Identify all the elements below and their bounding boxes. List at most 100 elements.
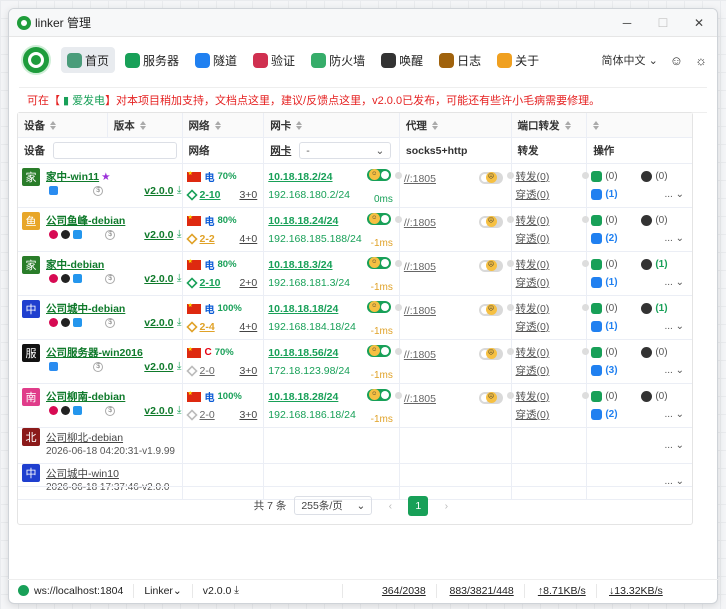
maximize-button[interactable]: ☐ — [645, 9, 681, 37]
version-link[interactable]: v2.0.0 — [144, 185, 173, 197]
penetrate-link[interactable]: 穿透(0) — [516, 363, 550, 378]
proxy-link[interactable]: //:1805 — [404, 261, 436, 273]
wakeup-icon[interactable] — [641, 259, 653, 270]
forward-link[interactable]: 转发(0) — [516, 169, 550, 184]
theme-icon[interactable]: ☺ — [670, 53, 683, 68]
sort-icon[interactable] — [564, 120, 572, 130]
more-menu[interactable]: ... ⌄ — [664, 233, 684, 244]
penetrate-link[interactable]: 穿透(0) — [516, 187, 550, 202]
proxy-link[interactable]: //:1805 — [404, 349, 436, 361]
more-menu[interactable]: ... ⌄ — [664, 321, 684, 332]
wakeup-icon[interactable] — [641, 215, 653, 226]
col-ops[interactable] — [587, 113, 692, 137]
page-button[interactable]: 1 — [408, 495, 429, 516]
more-menu[interactable]: ... ⌄ — [664, 440, 684, 451]
tunnel-link[interactable]: 2-10 — [200, 189, 221, 201]
version-link[interactable]: v2.0.0 — [144, 405, 173, 417]
sort-icon[interactable] — [296, 120, 303, 130]
access-icon[interactable] — [591, 277, 603, 288]
wakeup-icon[interactable] — [641, 171, 653, 182]
firewall-icon[interactable] — [591, 171, 603, 182]
minimize-button[interactable]: ─ — [609, 9, 645, 37]
version-link[interactable]: v2.0.0 — [144, 361, 173, 373]
access-icon[interactable] — [591, 233, 603, 244]
nav-item-7[interactable]: 关于 — [491, 47, 545, 73]
more-menu[interactable]: ... ⌄ — [664, 189, 684, 200]
penetrate-link[interactable]: 穿透(0) — [516, 319, 550, 334]
more-menu[interactable]: ... ⌄ — [664, 277, 684, 288]
nic-select[interactable]: - ⌄ — [299, 142, 392, 159]
col-device[interactable]: 设备 — [18, 113, 108, 137]
penetrate-link[interactable]: 穿透(0) — [516, 231, 550, 246]
virtual-ip-link[interactable]: 10.18.18.2/24 — [268, 171, 332, 183]
nav-item-5[interactable]: 唤醒 — [375, 47, 429, 73]
settings-icon[interactable]: ☼ — [695, 53, 707, 68]
more-menu[interactable]: ... ⌄ — [664, 365, 684, 376]
access-icon[interactable] — [591, 365, 603, 376]
sort-icon[interactable] — [593, 120, 600, 130]
forward-link[interactable]: 转发(0) — [516, 213, 550, 228]
sort-icon[interactable] — [139, 120, 147, 130]
firewall-icon[interactable] — [591, 259, 603, 270]
conn-count[interactable]: 4+0 — [239, 233, 257, 245]
language-select[interactable]: 简体中文 ⌄ — [602, 52, 658, 68]
nav-item-2[interactable]: 隧道 — [189, 47, 243, 73]
more-menu[interactable]: ... ⌄ — [664, 409, 684, 420]
conn-count[interactable]: 2+0 — [239, 277, 257, 289]
wakeup-icon[interactable] — [641, 391, 653, 402]
virtual-ip-link[interactable]: 10.18.18.28/24 — [268, 391, 338, 403]
penetrate-link[interactable]: 穿透(0) — [516, 407, 550, 422]
col-proxy[interactable]: 代理 — [400, 113, 512, 137]
tunnel-link[interactable]: 2-4 — [200, 321, 215, 333]
version-link[interactable]: v2.0.0 — [144, 317, 173, 329]
access-icon[interactable] — [591, 189, 603, 200]
access-icon[interactable] — [591, 321, 603, 332]
firewall-icon[interactable] — [591, 215, 603, 226]
next-page-button[interactable]: › — [436, 496, 456, 516]
proxy-link[interactable]: //:1805 — [404, 173, 436, 185]
page-size-select[interactable]: 255条/页 ⌄ — [294, 496, 373, 515]
col-portfwd[interactable]: 端口转发 — [512, 113, 588, 137]
firewall-icon[interactable] — [591, 347, 603, 358]
virtual-ip-link[interactable]: 10.18.18.24/24 — [268, 215, 338, 227]
nav-item-4[interactable]: 防火墙 — [305, 47, 371, 73]
forward-link[interactable]: 转发(0) — [516, 345, 550, 360]
proxy-link[interactable]: //:1805 — [404, 393, 436, 405]
close-button[interactable]: ✕ — [681, 9, 717, 37]
access-icon[interactable] — [591, 409, 603, 420]
proxy-link[interactable]: //:1805 — [404, 305, 436, 317]
wakeup-icon[interactable] — [641, 347, 653, 358]
forward-link[interactable]: 转发(0) — [516, 257, 550, 272]
version-link[interactable]: v2.0.0 — [144, 229, 173, 241]
conn-count[interactable]: 3+0 — [239, 189, 257, 201]
version-link[interactable]: v2.0.0 — [144, 273, 173, 285]
proxy-link[interactable]: //:1805 — [404, 217, 436, 229]
info-icon[interactable]: $ — [93, 361, 104, 372]
info-icon[interactable]: $ — [105, 405, 116, 416]
nav-item-0[interactable]: 首页 — [61, 47, 116, 73]
col-network[interactable]: 网络 — [183, 113, 265, 137]
col-version[interactable]: 版本 — [108, 113, 183, 137]
sort-icon[interactable] — [50, 120, 57, 130]
tunnel-link[interactable]: 2-10 — [200, 277, 221, 289]
firewall-icon[interactable] — [591, 391, 603, 402]
nav-item-1[interactable]: 服务器 — [119, 47, 185, 73]
col-nic[interactable]: 网卡 — [264, 113, 400, 137]
nav-item-3[interactable]: 验证 — [247, 47, 301, 73]
virtual-ip-link[interactable]: 10.18.18.3/24 — [268, 259, 332, 271]
sort-icon[interactable] — [214, 120, 222, 130]
forward-link[interactable]: 转发(0) — [516, 389, 550, 404]
info-icon[interactable]: $ — [93, 185, 104, 196]
virtual-ip-link[interactable]: 10.18.18.18/24 — [268, 303, 338, 315]
conn-count[interactable]: 3+0 — [239, 365, 257, 377]
tunnel-link[interactable]: 2-0 — [200, 409, 215, 421]
conn-count[interactable]: 4+0 — [239, 321, 257, 333]
virtual-ip-link[interactable]: 10.18.18.56/24 — [268, 347, 338, 359]
wakeup-icon[interactable] — [641, 303, 653, 314]
device-filter-input[interactable] — [53, 142, 177, 159]
info-icon[interactable]: $ — [105, 273, 116, 284]
tunnel-link[interactable]: 2-2 — [200, 233, 215, 245]
firewall-icon[interactable] — [591, 303, 603, 314]
info-icon[interactable]: $ — [105, 317, 116, 328]
penetrate-link[interactable]: 穿透(0) — [516, 275, 550, 290]
